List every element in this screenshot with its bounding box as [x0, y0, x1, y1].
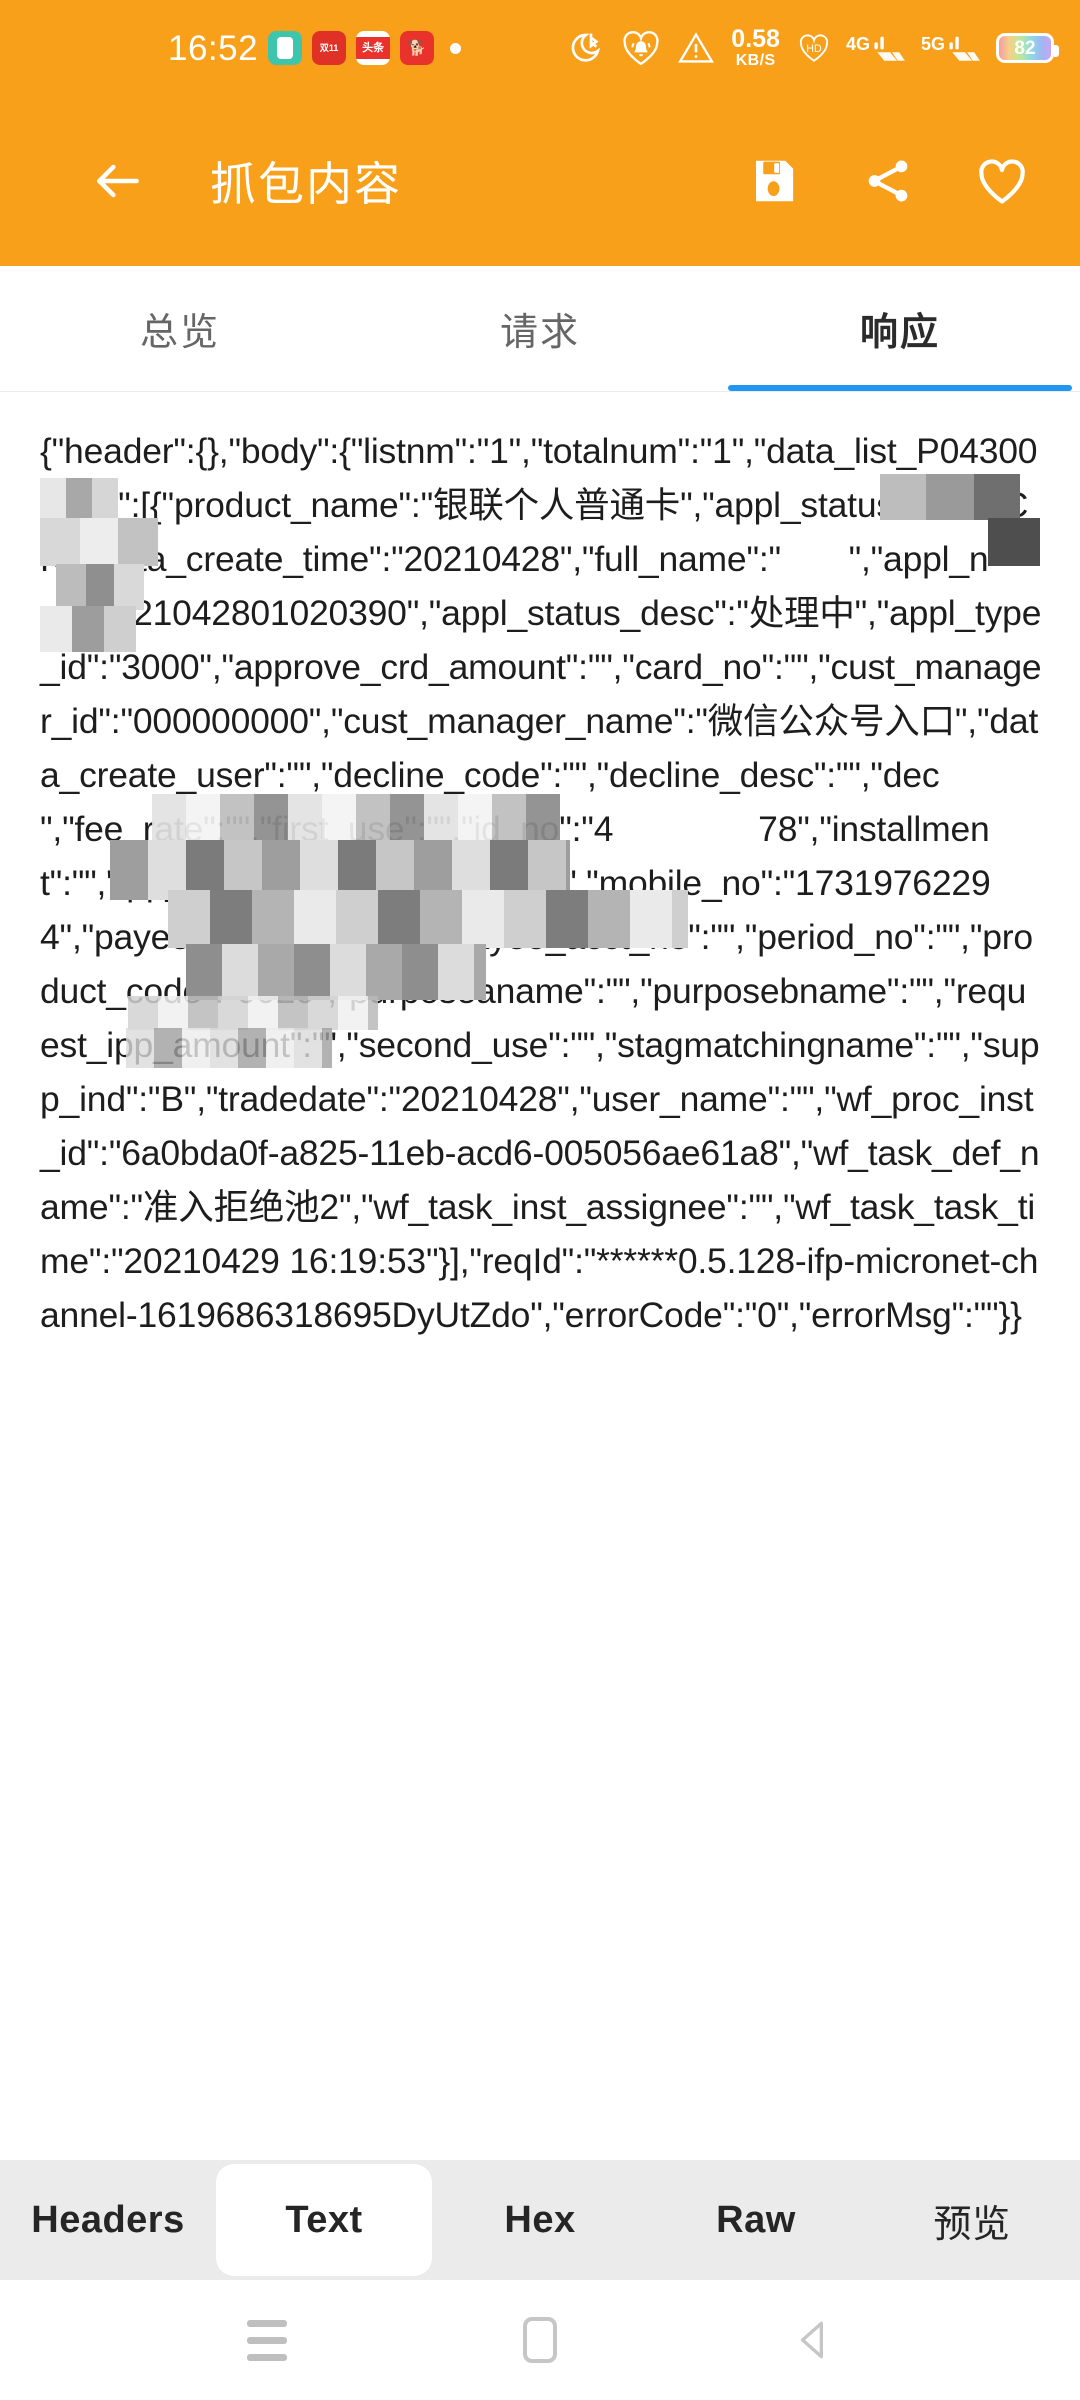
bluetooth-moon-icon	[565, 28, 605, 68]
status-clock: 16:52	[168, 28, 259, 68]
network-speed-value: 0.58	[731, 25, 780, 54]
tab-request[interactable]: 请求	[360, 266, 720, 391]
svg-text:HD: HD	[806, 43, 822, 55]
recents-menu-icon[interactable]	[219, 2292, 315, 2388]
signal-4g-label: 4G	[845, 34, 870, 54]
page-title: 抓包内容	[210, 158, 402, 210]
back-arrow-icon[interactable]	[82, 145, 154, 217]
signal-5g-label: 5G	[920, 34, 945, 54]
system-nav-bar	[0, 2280, 1080, 2400]
network-speed-indicator: 0.58 KB/S	[731, 27, 780, 69]
format-tab-bar: Headers Text Hex Raw 预览	[0, 2160, 1080, 2280]
status-bar-right: 0.58 KB/S HD 4G 5G 82	[565, 27, 1059, 69]
share-icon[interactable]	[852, 145, 924, 217]
warning-triangle-icon	[677, 29, 715, 67]
red-app-icon: 双11	[312, 31, 347, 65]
toutiao-app-icon: 头条	[356, 31, 391, 65]
top-tab-bar: 总览 请求 响应	[0, 266, 1080, 392]
notes-app-icon	[268, 31, 303, 65]
response-body-container[interactable]: {"header":{},"body":{"listnm":"1","total…	[0, 392, 1080, 2160]
response-body-text: {"header":{},"body":{"listnm":"1","total…	[40, 431, 1080, 1335]
signal-4g-indicator: 4G	[846, 31, 907, 65]
back-nav-icon[interactable]	[765, 2292, 861, 2388]
favorite-heart-icon[interactable]	[966, 145, 1038, 217]
tab-response[interactable]: 响应	[720, 266, 1080, 391]
status-bar-left: 16:52 双11 头条 🐕	[0, 28, 462, 68]
signal-bars-icon	[949, 36, 980, 61]
phone-screen: 16:52 双11 头条 🐕 0.58 KB/S HD 4G 5G 82 抓包内…	[0, 0, 1080, 2400]
format-tab-headers[interactable]: Headers	[0, 2160, 216, 2280]
signal-5g-indicator: 5G	[921, 31, 982, 65]
format-tab-hex[interactable]: Hex	[432, 2160, 648, 2280]
battery-percent-label: 82	[1014, 37, 1036, 59]
save-icon[interactable]	[738, 145, 810, 217]
heart-bell-icon	[619, 28, 663, 68]
more-notifications-dot-icon	[450, 42, 462, 54]
signal-bars-icon	[874, 36, 905, 61]
format-tab-text[interactable]: Text	[216, 2164, 432, 2276]
dog-app-icon: 🐕	[400, 31, 435, 65]
toutiao-app-icon-label: 头条	[356, 37, 391, 59]
status-bar: 16:52 双11 头条 🐕 0.58 KB/S HD 4G 5G 82	[0, 0, 1080, 96]
format-tab-preview[interactable]: 预览	[864, 2160, 1080, 2280]
app-bar: 抓包内容	[0, 96, 1080, 266]
format-tab-raw[interactable]: Raw	[648, 2160, 864, 2280]
tab-overview[interactable]: 总览	[0, 266, 360, 391]
network-speed-unit: KB/S	[735, 51, 776, 69]
hd-heart-icon: HD	[796, 32, 832, 64]
battery-icon: 82	[996, 33, 1059, 63]
home-icon[interactable]	[492, 2292, 588, 2388]
